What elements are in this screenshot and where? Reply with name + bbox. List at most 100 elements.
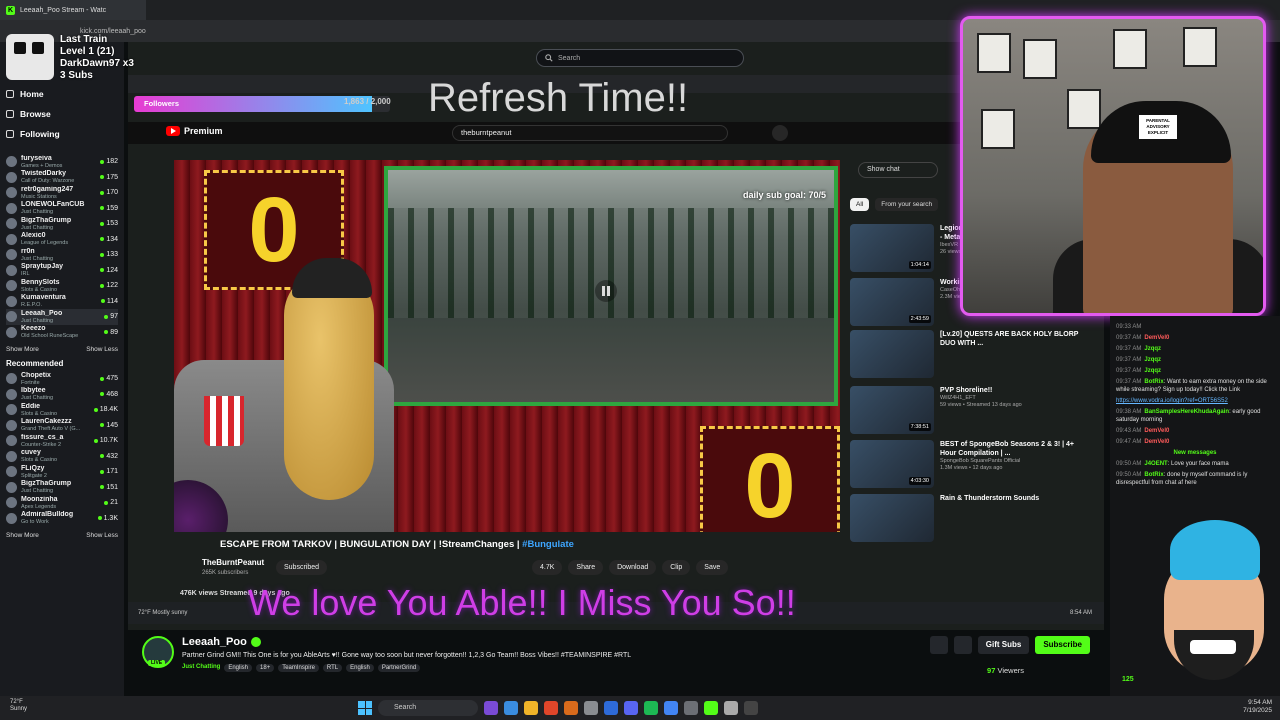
video-info: PVP Shoreline!! WillZ4H1_EFT 59 views • St… (940, 386, 1090, 436)
app-icon[interactable] (504, 701, 518, 715)
windows-start-icon[interactable] (358, 701, 372, 715)
chat-username[interactable]: Jzqqz (1144, 368, 1161, 374)
sidebar-channel[interactable]: LONEWOLFanCUB Just Chatting 159 (6, 201, 118, 217)
stream-tag[interactable]: TeamInspire (278, 664, 319, 672)
chat-username[interactable]: BotRix (1144, 379, 1163, 385)
app-icon[interactable] (604, 701, 618, 715)
sidebar-channel[interactable]: AdmiralBulldog Go to Work 1.3K (6, 511, 118, 527)
taskbar-clock[interactable]: 9:54 AM 7/19/2025 (1243, 699, 1272, 715)
folder-icon[interactable] (524, 701, 538, 715)
sidebar-channel[interactable]: Chopetix Fortnite 475 (6, 371, 118, 387)
obs-icon[interactable] (744, 701, 758, 715)
follow-heart-icon[interactable] (953, 636, 972, 654)
sidebar-channel[interactable]: FLiQzy Splitgate 2 171 (6, 464, 118, 480)
sidebar-channel[interactable]: Eddie Slots & Casino 18.4K (6, 402, 118, 418)
channel-category: Splitgate 2 (21, 472, 47, 479)
app-icon[interactable] (544, 701, 558, 715)
channel-category: Just Chatting (21, 209, 54, 216)
taskbar-weather[interactable]: 72°F Sunny (10, 699, 27, 713)
recommended-show-more[interactable]: Show More (6, 532, 39, 539)
sidebar-channel[interactable]: TwistedDarky Call of Duty: Warzone 175 (6, 170, 118, 186)
recommended-video[interactable]: 7:38:51 PVP Shoreline!! WillZ4H1_EFT 59 vie… (850, 386, 1090, 436)
browser-tab[interactable]: K Leeaah_Poo Stream - Watc (0, 0, 146, 20)
gift-subs-button[interactable]: Gift Subs (977, 636, 1030, 654)
sidebar-channel[interactable]: rr0n Just Chatting 133 (6, 247, 118, 263)
chrome-icon[interactable] (664, 701, 678, 715)
nav-browse[interactable]: Browse (6, 104, 118, 124)
app-icon[interactable] (584, 701, 598, 715)
following-show-more[interactable]: Show More (6, 346, 39, 353)
stream-tag[interactable]: RTL (322, 664, 343, 672)
clock-date: 7/19/2025 (1243, 707, 1272, 714)
channel-avatar (6, 156, 17, 168)
channel-name[interactable]: Leeaah_Poo (182, 636, 247, 648)
chat-username[interactable]: J4OENT (1144, 461, 1167, 467)
kick-icon[interactable] (704, 701, 718, 715)
taskbar-search[interactable]: Search (378, 700, 478, 716)
chat-username[interactable]: Jzqqz (1144, 346, 1161, 352)
browse-icon (6, 110, 14, 118)
app-icon[interactable] (484, 701, 498, 715)
app-icon[interactable] (724, 701, 738, 715)
recommended-video[interactable]: [Lv.20] QUESTS ARE BACK HOLY BLORP DUO W… (850, 330, 1090, 380)
sidebar-channel[interactable]: fissure_cs_a Counter-Strike 2 10.7K (6, 433, 118, 449)
notification-bell-icon[interactable] (929, 636, 948, 654)
chat-username[interactable]: DemVel0 (1144, 428, 1169, 434)
video-duration: 4:03:30 (908, 477, 931, 485)
sidebar-channel[interactable]: LaurenCakezzz Grand Theft Auto V (G... 145 (6, 418, 118, 434)
sidebar-channel[interactable]: Moonzinha Apex Legends 21 (6, 495, 118, 511)
sidebar-channel[interactable]: Alexic0 League of Legends 134 (6, 232, 118, 248)
video-player[interactable]: Search Followers 1,863 / 2,000 Refresh T… (128, 42, 1104, 630)
channel-avatar (6, 249, 17, 261)
channel-info-bar: LIVE Leeaah_Poo Partner Grind GM!! This … (128, 630, 1104, 690)
sidebar-channel[interactable]: Ibbytee Just Chatting 468 (6, 387, 118, 403)
sidebar-channel[interactable]: BennySlots Slots & Casino 122 (6, 278, 118, 294)
youtube-video-tag[interactable]: #Bungulate (522, 539, 574, 550)
chat-link[interactable]: https://www.vodra.io/login?ref=ORT56S52 (1116, 398, 1228, 404)
sub-train-line4: 3 Subs (60, 70, 93, 81)
chat-username[interactable]: BotRix (1144, 472, 1163, 478)
chat-username[interactable]: BanSamplesHereKhudaAgain (1144, 409, 1229, 415)
nav-browse-label: Browse (20, 109, 51, 119)
chat-username[interactable]: Jzqqz (1144, 357, 1161, 363)
stream-category[interactable]: Just Chatting (182, 664, 220, 672)
nav-following[interactable]: Following (6, 124, 118, 144)
chat-message: 09:33 AM (1116, 323, 1274, 331)
channel-text: Kumaventura R.E.P.O. (21, 294, 97, 308)
chat-message: 09:50 AM J4OENT: Love your face mama (1116, 460, 1274, 468)
stream-tag[interactable]: PartnerGrind (377, 664, 421, 672)
captured-time: 8:54 AM (1069, 610, 1092, 616)
subscribe-button[interactable]: Subscribe (1035, 636, 1090, 654)
discord-icon[interactable] (624, 701, 638, 715)
sidebar-channel[interactable]: SpraytupJay IRL 124 (6, 263, 118, 279)
kick-search-input[interactable]: Search (536, 49, 744, 67)
chat-points[interactable]: 125 (1122, 676, 1134, 683)
stream-tag[interactable]: 18+ (256, 664, 275, 672)
recommended-video[interactable]: Rain & Thunderstorm Sounds (850, 494, 1090, 544)
sidebar-channel[interactable]: BigzThaGrump Just Chatting 151 (6, 480, 118, 496)
recommended-video[interactable]: 4:03:30 BEST of SpongeBob Seasons 2 & 3! … (850, 440, 1090, 490)
sidebar-channel[interactable]: cuvey Slots & Casino 432 (6, 449, 118, 465)
app-icon[interactable] (684, 701, 698, 715)
stream-tag[interactable]: English (346, 664, 374, 672)
following-show-less[interactable]: Show Less (86, 346, 118, 353)
sidebar-channel[interactable]: BigzThaGrump Just Chatting 153 (6, 216, 118, 232)
sidebar-channel[interactable]: Keeezo Old School RuneScape 89 (6, 325, 118, 341)
video-title: BEST of SpongeBob Seasons 2 & 3! | 4+ Ho… (940, 441, 1075, 457)
nav-home[interactable]: Home (6, 84, 118, 104)
channel-text: fissure_cs_a Counter-Strike 2 (21, 434, 90, 448)
stream-tag[interactable]: English (224, 664, 253, 672)
chat-username[interactable]: DemVel0 (1144, 439, 1169, 445)
sidebar-channel[interactable]: Leeaah_Poo Just Chatting 97 (6, 309, 118, 325)
chat-username[interactable]: DemVel0 (1144, 335, 1169, 341)
recommended-show-less[interactable]: Show Less (86, 532, 118, 539)
sidebar-channel[interactable]: retr0gaming247 Music Stations 170 (6, 185, 118, 201)
new-messages-indicator[interactable]: New messages (1116, 450, 1274, 456)
app-icon[interactable] (564, 701, 578, 715)
recommended-list: Chopetix Fortnite 475 Ibbytee Just Chatting 4… (6, 371, 118, 526)
channel-category: Music Stations (21, 193, 57, 200)
sidebar-channel[interactable]: furyseiva Games + Demos 182 (6, 154, 118, 170)
app-icon[interactable] (644, 701, 658, 715)
sidebar-channel[interactable]: Kumaventura R.E.P.O. 114 (6, 294, 118, 310)
video-channel: WillZ4H1_EFT (940, 395, 976, 401)
